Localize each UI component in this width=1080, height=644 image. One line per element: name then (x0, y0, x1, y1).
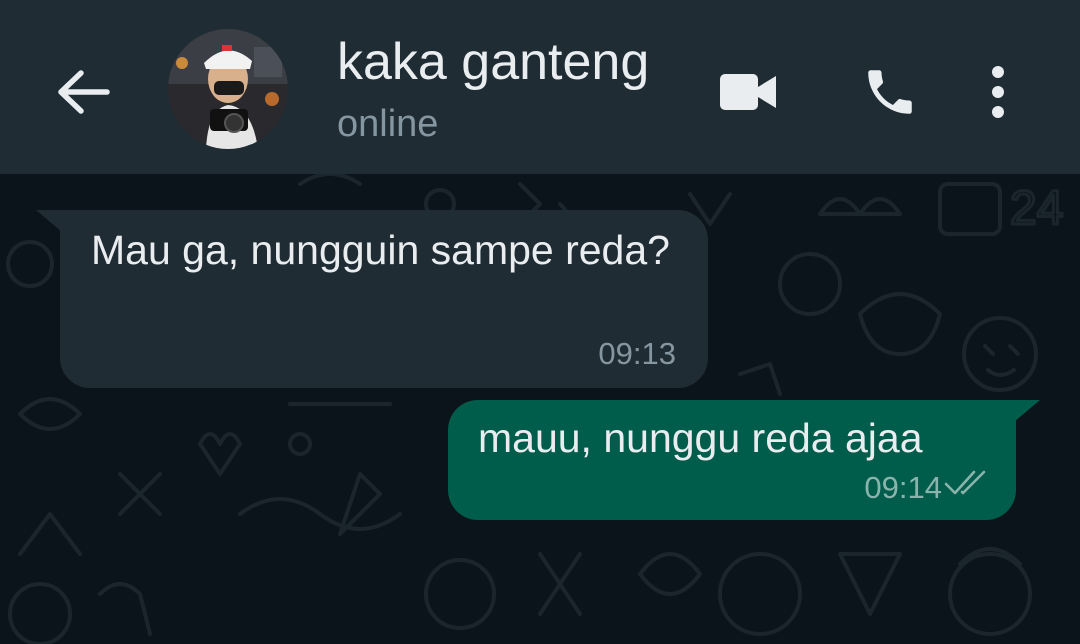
video-call-button[interactable] (712, 60, 784, 124)
double-check-icon (944, 470, 986, 495)
avatar[interactable] (168, 29, 288, 149)
message-text: Mau ga, nungguin sampe reda? (91, 227, 670, 273)
outgoing-message-bubble[interactable]: mauu, nunggu reda ajaa 09:14 (448, 400, 1016, 520)
more-options-icon (992, 66, 1004, 118)
more-options-button[interactable] (976, 56, 1020, 128)
avatar-photo (168, 29, 288, 149)
contact-status: online (337, 103, 439, 145)
phone-icon (868, 70, 912, 114)
contact-name[interactable]: kaka ganteng (337, 30, 649, 94)
message-time: 09:14 (864, 470, 942, 505)
voice-call-button[interactable] (852, 56, 928, 128)
message-text: mauu, nunggu reda ajaa (478, 415, 923, 461)
message-time: 09:13 (598, 336, 676, 371)
outgoing-bubble-tail (1014, 400, 1040, 422)
back-arrow-icon (58, 70, 110, 114)
incoming-bubble-tail (36, 210, 62, 232)
chat-area[interactable]: 24 Mau ga, nungguin sampe reda? 09:13 ma… (0, 174, 1080, 644)
svg-text:24: 24 (1010, 182, 1063, 235)
video-call-icon (720, 74, 776, 110)
incoming-message-bubble[interactable]: Mau ga, nungguin sampe reda? 09:13 (60, 210, 708, 388)
back-button[interactable] (52, 60, 116, 124)
chat-header: kaka ganteng online (0, 0, 1080, 174)
